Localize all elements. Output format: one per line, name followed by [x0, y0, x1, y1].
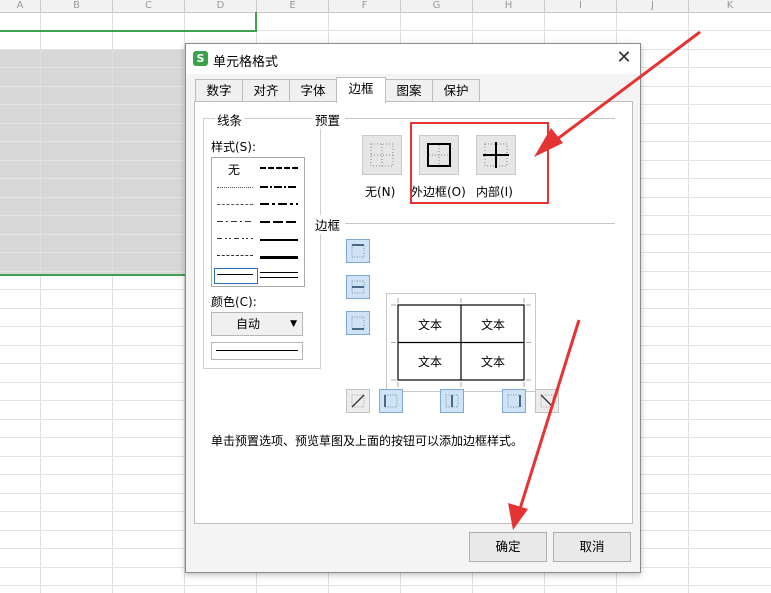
diagonal-down-icon	[540, 394, 554, 408]
line-style-slant-dash[interactable]	[260, 221, 298, 223]
border-middle-horizontal-icon	[351, 280, 365, 294]
column-header-a[interactable]: A	[0, 0, 41, 13]
border-preview-grid	[391, 298, 531, 387]
line-style-thick[interactable]	[260, 256, 298, 259]
column-header-e[interactable]: E	[257, 0, 329, 13]
color-dropdown-value: 自动	[235, 317, 260, 331]
line-style-list[interactable]: 无	[211, 157, 305, 287]
border-right-icon	[507, 394, 521, 408]
border-middle-horizontal-button[interactable]	[346, 275, 370, 299]
hint-text: 单击预置选项、预览草图及上面的按钮可以添加边框样式。	[211, 434, 524, 448]
column-header-k[interactable]: K	[689, 0, 771, 13]
column-header-i[interactable]: I	[545, 0, 617, 13]
annotation-highlight-box	[410, 122, 549, 204]
border-diagonal-up-button[interactable]	[346, 389, 370, 413]
column-header-h[interactable]: H	[473, 0, 545, 13]
column-header-g[interactable]: G	[401, 0, 473, 13]
line-style-selection	[214, 268, 258, 284]
preview-cell-text: 文本	[417, 355, 442, 369]
line-style-hair[interactable]	[217, 187, 253, 188]
border-bottom-button[interactable]	[346, 311, 370, 335]
cancel-button[interactable]: 取消	[553, 532, 631, 562]
selection-border-top	[0, 30, 257, 32]
line-color-preview	[211, 342, 303, 360]
preset-group-title: 预置	[313, 110, 343, 129]
diagonal-up-icon	[351, 394, 365, 408]
tab-font[interactable]: 字体	[289, 79, 337, 102]
cell-a2[interactable]	[0, 31, 42, 49]
column-header-j[interactable]: J	[617, 0, 689, 13]
format-cells-dialog: S 单元格格式 ✕ 数字 对齐 字体 边框 图案 保护 线条 样式(S): 无	[185, 43, 641, 573]
border-left-icon	[384, 394, 398, 408]
line-style-medium-dash-dot-dot[interactable]	[260, 186, 298, 188]
ok-button[interactable]: 确定	[469, 532, 547, 562]
column-header-c[interactable]: C	[113, 0, 185, 13]
preset-none-label: 无(N)	[365, 185, 396, 199]
dialog-titlebar[interactable]: S 单元格格式 ✕	[186, 44, 640, 74]
color-label: 颜色(C):	[211, 295, 257, 309]
border-bottom-icon	[351, 316, 365, 330]
border-middle-vertical-icon	[445, 394, 459, 408]
selection-border-right	[255, 12, 257, 32]
dialog-title: 单元格格式	[213, 55, 279, 70]
line-style-double[interactable]	[260, 272, 298, 278]
line-group-title: 线条	[215, 110, 245, 129]
border-separator	[345, 223, 615, 224]
border-right-button[interactable]	[502, 389, 526, 413]
border-middle-vertical-button[interactable]	[440, 389, 464, 413]
tab-pattern[interactable]: 图案	[385, 79, 433, 102]
style-label: 样式(S):	[211, 140, 257, 154]
preview-cell-text: 文本	[417, 318, 442, 332]
line-style-medium[interactable]	[260, 239, 298, 241]
tab-number[interactable]: 数字	[195, 79, 243, 102]
line-style-medium-dash-dot[interactable]	[260, 203, 298, 205]
selected-range[interactable]	[0, 49, 186, 275]
grid-line-horizontal	[0, 585, 771, 586]
grid-line-vertical	[40, 12, 41, 593]
grid-line-vertical	[112, 12, 113, 593]
tab-border[interactable]: 边框	[336, 77, 386, 103]
border-left-button[interactable]	[379, 389, 403, 413]
selection-border-bottom	[0, 274, 186, 276]
preview-cell-text: 文本	[480, 355, 505, 369]
line-style-medium-dashed[interactable]	[260, 167, 298, 169]
tab-alignment[interactable]: 对齐	[242, 79, 290, 102]
border-top-button[interactable]	[346, 239, 370, 263]
border-top-icon	[351, 244, 365, 258]
line-style-dash-dot[interactable]	[217, 221, 253, 222]
line-style-none[interactable]: 无	[228, 161, 240, 178]
line-style-dotted[interactable]	[217, 204, 253, 205]
border-tab-panel: 线条 样式(S): 无 颜色(C): 自动 ▼ 预置 无(N) 外边框(O) 内…	[194, 101, 633, 524]
line-style-dashed[interactable]	[217, 255, 253, 256]
column-header-b[interactable]: B	[41, 0, 113, 13]
preset-separator	[345, 118, 615, 119]
dropdown-arrow-icon: ▼	[290, 319, 297, 329]
preview-cell-text: 文本	[480, 318, 505, 332]
column-header-f[interactable]: F	[329, 0, 401, 13]
column-header-d[interactable]: D	[185, 0, 257, 13]
border-none-icon	[370, 143, 394, 167]
line-style-dash-dot-dot[interactable]	[217, 238, 253, 239]
border-preview[interactable]: 文本 文本 文本 文本	[386, 293, 536, 392]
preset-none-button[interactable]	[362, 135, 402, 175]
border-group-title: 边框	[313, 215, 343, 234]
wps-app-icon: S	[193, 51, 208, 66]
grid-line-vertical	[688, 12, 689, 593]
tab-protection[interactable]: 保护	[432, 79, 480, 102]
color-dropdown[interactable]: 自动 ▼	[211, 312, 303, 336]
close-icon[interactable]: ✕	[614, 48, 634, 68]
border-diagonal-down-button[interactable]	[535, 389, 559, 413]
